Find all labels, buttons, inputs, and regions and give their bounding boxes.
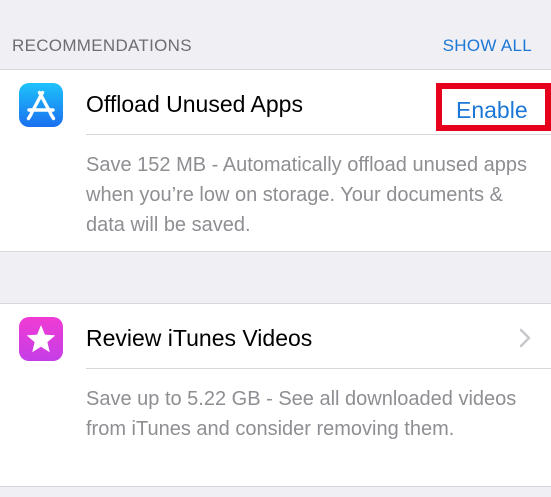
recommendation-description: Save 152 MB - Automatically offload unus… <box>86 154 528 236</box>
recommendations-header: RECOMMENDATIONS SHOW ALL <box>0 0 551 70</box>
recommendation-title: Offload Unused Apps <box>86 91 303 117</box>
recommendation-card-itunes[interactable]: Review iTunes Videos Save up to 5.22 GB … <box>0 303 551 487</box>
row-separator <box>86 134 551 135</box>
recommendation-description: Save up to 5.22 GB - See all downloaded … <box>86 388 517 440</box>
recommendation-card-offload: Offload Unused Apps Enable Save 152 MB -… <box>0 69 551 252</box>
enable-button[interactable]: Enable <box>456 97 528 124</box>
chevron-right-icon <box>519 328 531 353</box>
show-all-button[interactable]: SHOW ALL <box>443 36 532 56</box>
app-store-icon <box>19 83 63 127</box>
recommendation-title: Review iTunes Videos <box>86 325 313 351</box>
recommendation-row-offload: Offload Unused Apps Enable <box>0 70 551 135</box>
recommendation-row-itunes[interactable]: Review iTunes Videos <box>0 304 551 369</box>
row-separator <box>86 368 551 369</box>
enable-highlight-box: Enable <box>436 83 551 131</box>
itunes-star-icon <box>19 317 63 361</box>
section-title: RECOMMENDATIONS <box>12 36 192 55</box>
